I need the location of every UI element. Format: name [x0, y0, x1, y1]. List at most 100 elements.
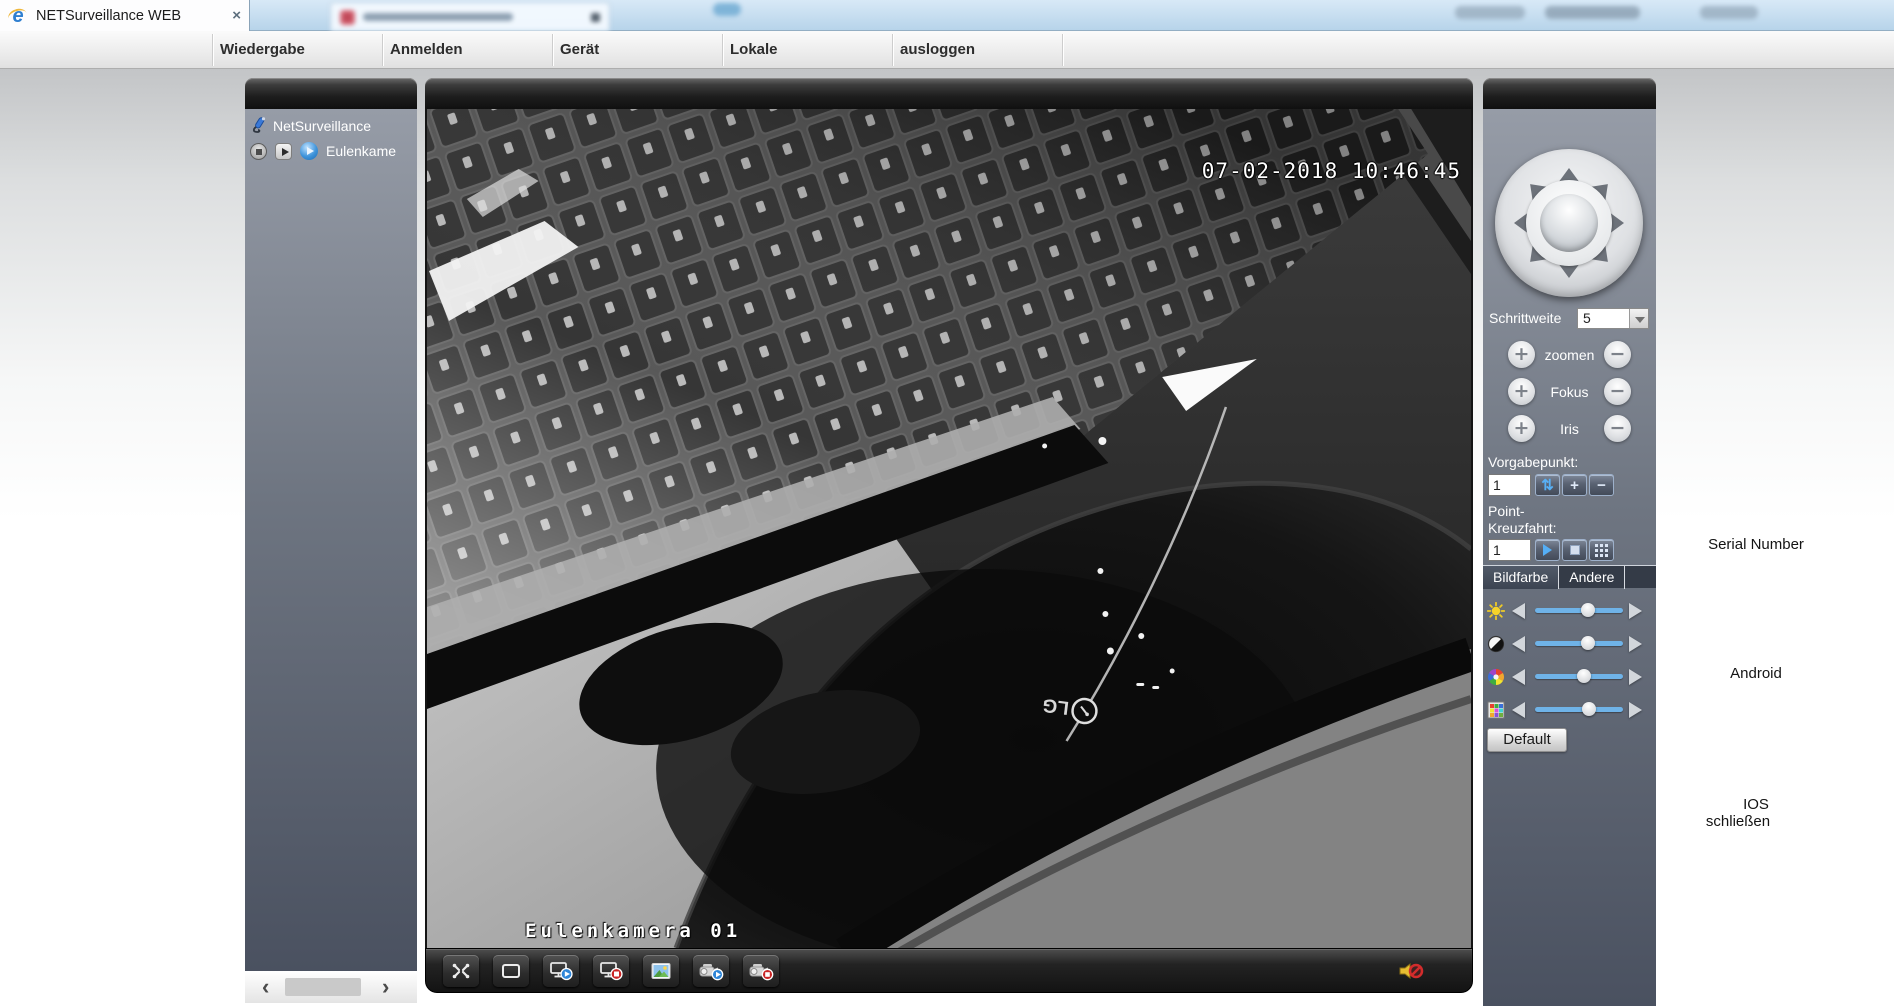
snapshot-button[interactable] — [643, 955, 679, 987]
speaker-muted-icon — [1396, 960, 1426, 982]
fullscreen-icon — [450, 962, 472, 980]
blurred-browser-control — [713, 3, 741, 16]
brightness-slider-thumb[interactable] — [1581, 603, 1595, 617]
step-size-value: 5 — [1578, 309, 1629, 328]
saturation-increase-arrow[interactable] — [1629, 669, 1642, 685]
browser-tab-bar: e NETSurveillance WEB × — [0, 0, 1894, 31]
saturation-slider-thumb[interactable] — [1577, 669, 1591, 683]
focus-out-button[interactable]: − — [1604, 378, 1631, 405]
start-record-button[interactable] — [693, 955, 729, 987]
tree-horizontal-scrollbar: ‹ › — [245, 971, 417, 1003]
camera-play-icon[interactable] — [275, 143, 292, 160]
ios-label: IOS — [1676, 796, 1836, 813]
background-tab-close-icon[interactable] — [591, 13, 600, 22]
scrollbar-thumb[interactable] — [285, 978, 361, 996]
tour-stop-button[interactable] — [1562, 539, 1587, 561]
tour-number-input[interactable] — [1488, 539, 1531, 561]
blurred-window-control — [1545, 6, 1640, 19]
saturation-slider-track[interactable] — [1535, 674, 1623, 679]
brightness-decrease-arrow[interactable] — [1512, 603, 1525, 619]
device-tree-panel: NetSurveillance Eulenkame ‹ › — [245, 78, 417, 1003]
live-video-panel: LG 07-02-2018 10:46:45 Eulenkamera 01 — [425, 78, 1473, 993]
audio-mute-toggle[interactable] — [1396, 960, 1426, 982]
scroll-right-arrow[interactable]: › — [382, 977, 389, 997]
saturation-color-wheel-icon — [1487, 668, 1505, 686]
menu-item-lokale[interactable]: Lokale — [724, 31, 784, 69]
contrast-slider-row — [1483, 632, 1656, 656]
preset-goto-button[interactable]: ⇅ — [1535, 474, 1560, 496]
ptz-panel-header — [1483, 78, 1656, 109]
menu-item-ausloggen[interactable]: ausloggen — [894, 31, 981, 69]
image-settings-tabs: Bildfarbe Andere — [1483, 565, 1656, 588]
monitor-play-icon — [549, 961, 573, 981]
tab-close-icon[interactable]: × — [232, 7, 241, 24]
play-icon — [1543, 544, 1552, 556]
step-size-label: Schrittweite — [1489, 310, 1561, 326]
contrast-icon — [1487, 635, 1505, 653]
camera-stream-play-icon[interactable] — [300, 142, 318, 160]
preset-remove-button[interactable]: − — [1589, 474, 1614, 496]
tree-item-camera[interactable]: Eulenkame — [250, 142, 396, 160]
ptz-center-ball[interactable] — [1540, 194, 1598, 252]
hue-slider-thumb[interactable] — [1582, 702, 1596, 716]
tour-start-button[interactable] — [1535, 539, 1560, 561]
video-camera-name-overlay: Eulenkamera 01 — [525, 920, 741, 942]
step-size-select[interactable]: 5 — [1577, 308, 1649, 329]
single-window-button[interactable] — [493, 955, 529, 987]
zoom-out-button[interactable]: − — [1604, 341, 1631, 368]
default-button[interactable]: Default — [1487, 728, 1567, 752]
contrast-increase-arrow[interactable] — [1629, 636, 1642, 652]
saturation-decrease-arrow[interactable] — [1512, 669, 1525, 685]
svg-text:LG: LG — [1041, 694, 1070, 718]
scroll-left-arrow[interactable]: ‹ — [262, 977, 269, 997]
browser-tab-active[interactable]: e NETSurveillance WEB × — [0, 0, 250, 31]
menu-item-anmelden[interactable]: Anmelden — [384, 31, 469, 69]
menu-item-wiedergabe[interactable]: Wiedergabe — [214, 31, 311, 69]
fullscreen-button[interactable] — [443, 955, 479, 987]
contrast-slider-thumb[interactable] — [1581, 636, 1595, 650]
menu-divider — [382, 34, 383, 66]
close-all-video-button[interactable] — [593, 955, 629, 987]
video-scene: LG — [427, 109, 1471, 948]
contrast-decrease-arrow[interactable] — [1512, 636, 1525, 652]
background-browser-tab[interactable] — [330, 2, 610, 31]
contrast-slider-track[interactable] — [1535, 641, 1623, 646]
single-window-icon — [500, 962, 522, 980]
preset-number-input[interactable] — [1488, 474, 1531, 496]
hue-slider-track[interactable] — [1535, 707, 1623, 712]
menu-item-geraet[interactable]: Gerät — [554, 31, 605, 69]
brightness-slider-track[interactable] — [1535, 608, 1623, 613]
main-menu-bar: Wiedergabe Anmelden Gerät Lokale auslogg… — [0, 31, 1894, 69]
tour-label-line2: Kreuzfahrt: — [1488, 520, 1556, 536]
camera-video-frame: LG 07-02-2018 10:46:45 Eulenkamera 01 — [425, 109, 1473, 948]
tour-label-line1: Point- — [1488, 503, 1525, 519]
iris-close-button[interactable]: − — [1604, 415, 1631, 442]
hue-increase-arrow[interactable] — [1629, 702, 1642, 718]
background-tab-favicon — [340, 10, 355, 25]
device-tree-header — [245, 78, 417, 109]
ptz-control-panel: Schrittweite 5 + zoomen − + Fokus − + Ir… — [1483, 78, 1656, 1006]
tab-andere[interactable]: Andere — [1559, 566, 1625, 589]
close-panel-link[interactable]: schließen — [1658, 813, 1818, 830]
tab-bildfarbe[interactable]: Bildfarbe — [1483, 566, 1559, 589]
stop-icon — [1570, 545, 1580, 555]
menu-divider — [212, 34, 213, 66]
hue-decrease-arrow[interactable] — [1512, 702, 1525, 718]
grid-icon — [1595, 544, 1608, 557]
tour-setup-button[interactable] — [1589, 539, 1614, 561]
tree-root-netsurveillance[interactable]: NetSurveillance — [251, 117, 371, 135]
netsurveillance-root-icon — [251, 117, 267, 135]
android-label: Android — [1676, 665, 1836, 682]
hue-slider-row — [1483, 698, 1656, 722]
camera-status-stop-icon[interactable] — [250, 143, 267, 160]
blurred-tab-text — [363, 13, 513, 21]
stop-record-button[interactable] — [743, 955, 779, 987]
brightness-increase-arrow[interactable] — [1629, 603, 1642, 619]
preset-add-button[interactable]: + — [1562, 474, 1587, 496]
open-all-video-button[interactable] — [543, 955, 579, 987]
video-panel-header — [425, 78, 1473, 109]
menu-divider — [722, 34, 723, 66]
dropdown-arrow-icon[interactable] — [1629, 309, 1648, 328]
camera-tree-label[interactable]: Eulenkame — [326, 143, 396, 159]
rgb-grid-icon — [1487, 701, 1505, 719]
